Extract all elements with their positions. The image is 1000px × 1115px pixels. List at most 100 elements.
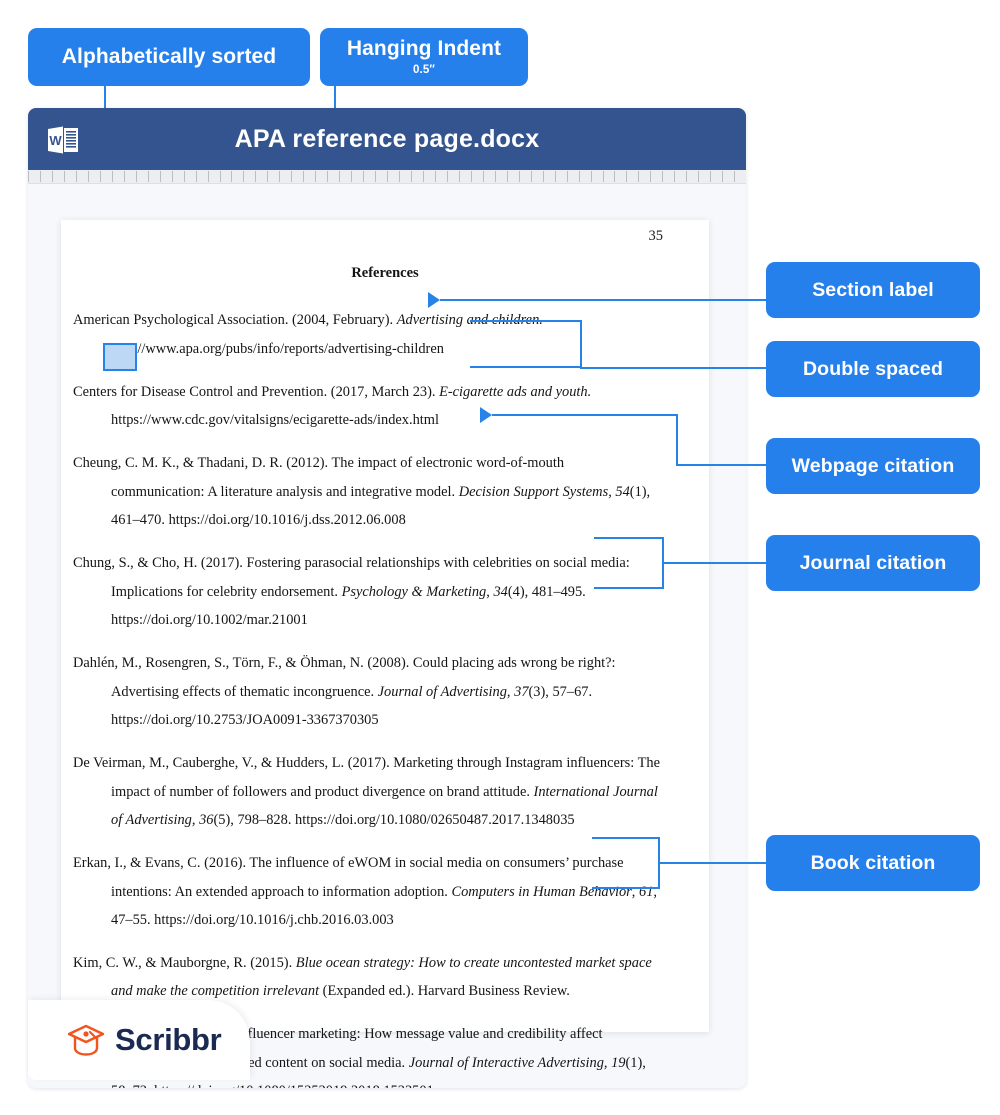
ruler-tick (458, 171, 460, 182)
ruler-tick (51, 171, 53, 182)
bracket-double-spaced (470, 320, 582, 368)
ruler-tick (267, 171, 269, 182)
references-heading: References (351, 265, 419, 281)
badge-hanging-indent: Hanging Indent 0.5″ (320, 28, 528, 86)
reference-entry: De Veirman, M., Cauberghe, V., & Hudders… (73, 755, 660, 829)
ruler-tick (590, 171, 592, 182)
ruler-tick (231, 171, 233, 182)
ruler-tick (710, 171, 712, 182)
ruler-tick (494, 171, 496, 182)
callout-webpage-citation-text: Webpage citation (791, 454, 955, 477)
ruler-tick (159, 171, 161, 182)
ruler-tick (279, 171, 281, 182)
ruler-tick (554, 171, 556, 182)
ruler-tick (698, 171, 700, 182)
word-title-bar: APA reference page.docx W (28, 108, 746, 170)
ruler-tick (375, 171, 377, 182)
ruler-tick (183, 171, 185, 182)
ruler-tick (482, 171, 484, 182)
reference-entry: Erkan, I., & Evans, C. (2016). The influ… (73, 854, 657, 929)
callout-journal-citation-text: Journal citation (799, 551, 947, 574)
callout-section-label-text: Section label (812, 278, 934, 301)
ruler-tick (566, 171, 568, 182)
bracket-journal-citation (594, 537, 664, 589)
badge-hanging-indent-label: Hanging Indent (346, 37, 502, 61)
ruler-tick (614, 171, 616, 182)
ruler-tick (28, 171, 29, 182)
word-document-icon: W (48, 126, 78, 154)
connector-book-citation (658, 862, 766, 864)
scribbr-logo: Scribbr (28, 1000, 250, 1080)
ruler-tick (542, 171, 544, 182)
ruler-tick (399, 171, 400, 182)
graduation-cap-icon (67, 1024, 105, 1056)
document-page: 35 References American Psychological Ass… (61, 220, 709, 1088)
ruler-tick (446, 171, 448, 182)
ruler-tick (422, 171, 424, 182)
ruler-tick (291, 171, 293, 182)
word-document-title: APA reference page.docx (234, 124, 540, 153)
ruler-tick (578, 171, 580, 182)
ruler-tick (171, 171, 173, 182)
ruler-tick (351, 171, 353, 182)
page-number: 35 (648, 228, 664, 244)
word-window-card: APA reference page.docx W 35 References … (28, 108, 746, 1088)
ruler-tick (39, 171, 41, 182)
ruler-tick (303, 171, 305, 182)
connector-section-label (440, 299, 766, 301)
connector-double-spaced (580, 367, 766, 369)
ruler-tick (434, 171, 436, 182)
callout-double-spaced: Double spaced (766, 341, 980, 397)
ruler-tick (626, 171, 628, 182)
reference-list: American Psychological Association. (200… (73, 292, 661, 1088)
ruler-tick (734, 171, 736, 182)
connector-webpage-citation (676, 464, 766, 466)
ruler-tick (602, 171, 604, 182)
ruler-tick (686, 171, 688, 182)
connector-webpage-vertical (676, 414, 678, 466)
callout-book-citation: Book citation (766, 835, 980, 891)
badge-alphabetically-sorted-label: Alphabetically sorted (61, 44, 277, 68)
ruler-tick (111, 171, 113, 182)
ruler-tick (339, 171, 341, 182)
ruler-tick (674, 171, 676, 182)
ruler-tick (650, 171, 652, 182)
ruler-tick (219, 171, 221, 182)
badge-alphabetically-sorted: Alphabetically sorted (28, 28, 310, 86)
badge-hanging-indent-value: 0.5″ (413, 63, 435, 76)
ruler-tick (327, 171, 329, 182)
ruler-tick (135, 171, 137, 182)
ruler-tick (207, 171, 209, 182)
bracket-book-citation (592, 837, 660, 889)
ruler-tick (147, 171, 149, 182)
callout-book-citation-text: Book citation (810, 851, 936, 874)
connector-journal-citation (662, 562, 766, 564)
ruler-tick (99, 171, 101, 182)
ruler-tick (315, 171, 317, 182)
ruler-tick (722, 171, 724, 182)
ruler-tick (75, 171, 77, 182)
reference-entry: Cheung, C. M. K., & Thadani, D. R. (2012… (73, 455, 651, 529)
ruler-tick (506, 171, 508, 182)
reference-entry: Chung, S., & Cho, H. (2017). Fostering p… (73, 555, 630, 629)
svg-text:W: W (49, 133, 62, 148)
ruler-tick (518, 171, 520, 182)
ruler-tick (411, 171, 412, 182)
ruler-tick (530, 171, 532, 182)
callout-webpage-citation: Webpage citation (766, 438, 980, 494)
reference-entry: Kim, C. W., & Mauborgne, R. (2015). Blue… (73, 954, 652, 1000)
ruler-tick (662, 171, 664, 182)
document-ruler (28, 170, 746, 184)
ruler-tick (255, 171, 257, 182)
callout-journal-citation: Journal citation (766, 535, 980, 591)
arrow-webpage-citation (480, 407, 492, 423)
connector-webpage-arm (492, 414, 678, 416)
callout-double-spaced-text: Double spaced (803, 357, 943, 380)
hanging-indent-highlight (103, 343, 137, 371)
infographic-root: Alphabetically sorted Hanging Indent 0.5… (0, 0, 1000, 1115)
ruler-tick (123, 171, 125, 182)
ruler-tick (87, 171, 89, 182)
reference-entry: Centers for Disease Control and Preventi… (73, 383, 592, 429)
scribbr-wordmark: Scribbr (115, 1022, 222, 1057)
callout-section-label: Section label (766, 262, 980, 318)
